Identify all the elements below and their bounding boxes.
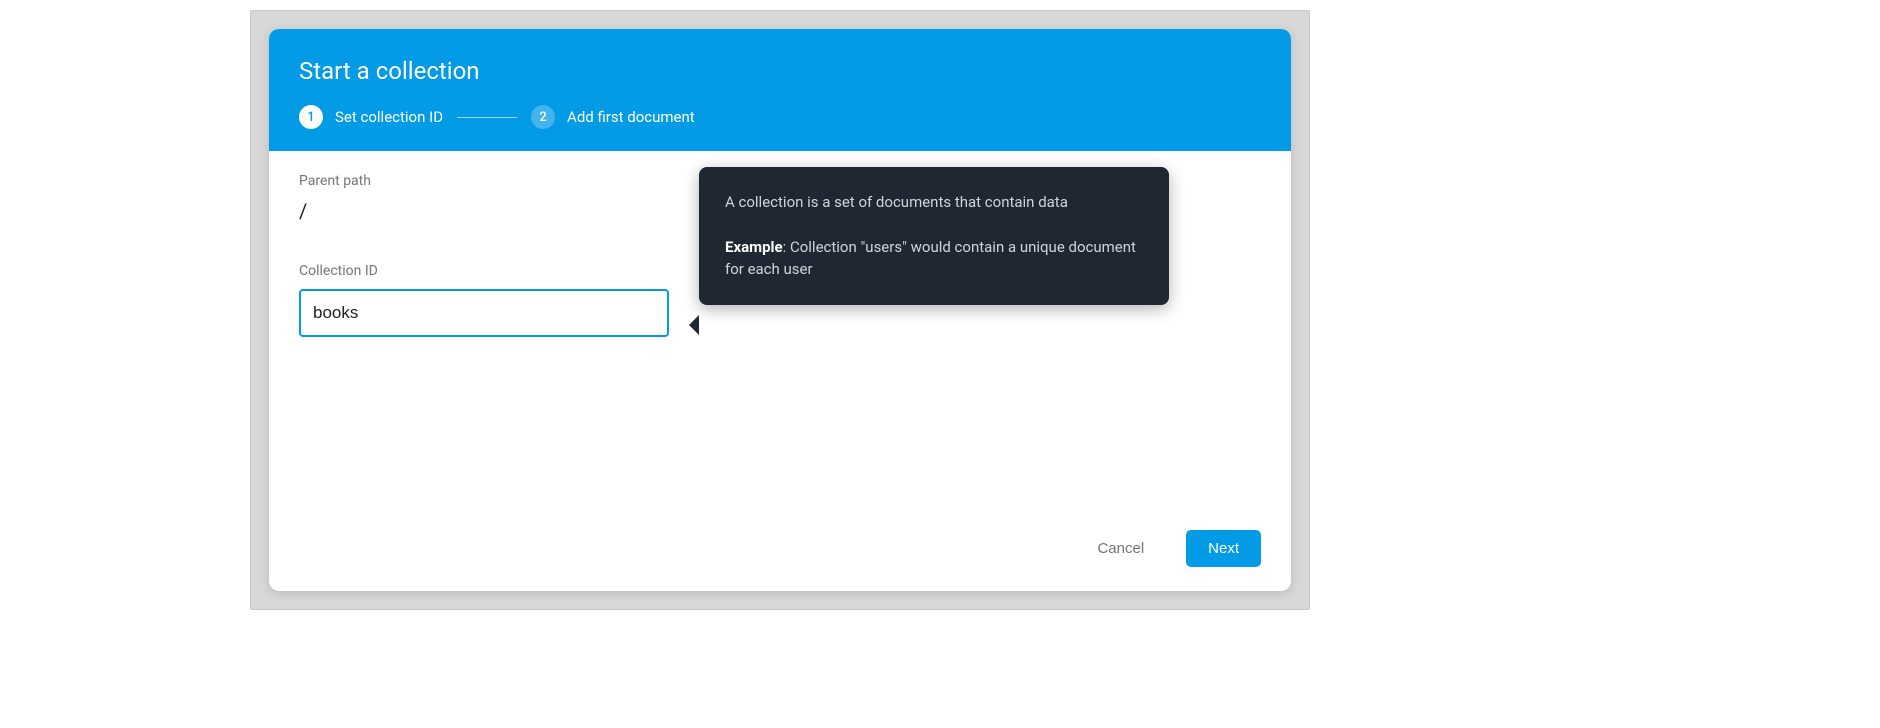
tooltip-example-label: Example: [725, 238, 783, 256]
dialog-footer: Cancel Next: [269, 512, 1291, 591]
step-label-2: Add first document: [567, 108, 695, 126]
start-collection-dialog: Start a collection 1 Set collection ID 2…: [269, 29, 1291, 591]
step-set-collection-id[interactable]: 1 Set collection ID: [299, 105, 443, 129]
tooltip-example-text: : Collection "users" would contain a uni…: [725, 238, 1136, 279]
dialog-header: Start a collection 1 Set collection ID 2…: [269, 29, 1291, 151]
step-badge-2: 2: [531, 105, 555, 129]
step-badge-1: 1: [299, 105, 323, 129]
next-button[interactable]: Next: [1186, 530, 1261, 567]
dialog-backdrop: Start a collection 1 Set collection ID 2…: [250, 10, 1310, 610]
dialog-body: Parent path / Collection ID A collection…: [269, 151, 1291, 512]
step-add-first-document[interactable]: 2 Add first document: [531, 105, 695, 129]
cancel-button[interactable]: Cancel: [1075, 530, 1166, 567]
step-connector: [457, 117, 517, 118]
dialog-title: Start a collection: [299, 57, 1261, 85]
step-label-1: Set collection ID: [335, 108, 443, 126]
stepper: 1 Set collection ID 2 Add first document: [299, 105, 1261, 129]
collection-tooltip: A collection is a set of documents that …: [699, 167, 1169, 305]
tooltip-description: A collection is a set of documents that …: [725, 191, 1143, 214]
tooltip-example: Example: Collection "users" would contai…: [725, 236, 1143, 281]
collection-id-input[interactable]: [299, 289, 669, 337]
